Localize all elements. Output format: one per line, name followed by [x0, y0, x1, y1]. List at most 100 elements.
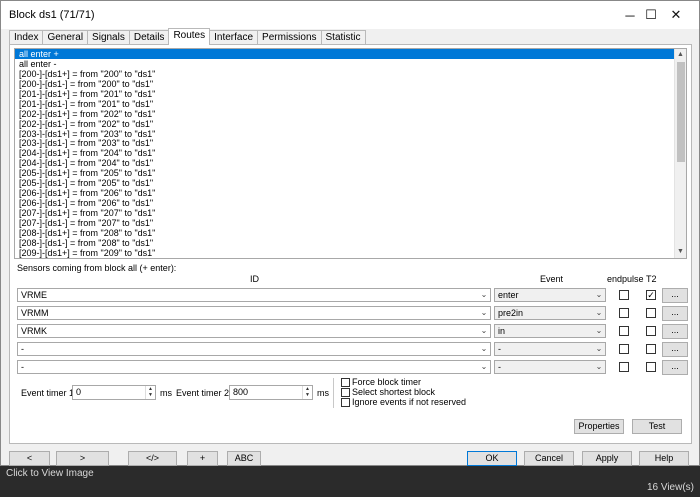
apply-button[interactable]: Apply: [582, 451, 632, 466]
scroll-down-icon[interactable]: ▼: [675, 246, 686, 258]
sensor-id-value: -: [21, 362, 24, 372]
sensor-event-combo[interactable]: - ⌄: [494, 360, 606, 374]
tab-routes[interactable]: Routes: [168, 28, 211, 45]
force-block-timer-checkbox[interactable]: [341, 378, 350, 388]
properties-button[interactable]: Properties: [574, 419, 624, 434]
abc-button[interactable]: ABC: [227, 451, 261, 466]
next-button[interactable]: >: [56, 451, 109, 466]
chevron-down-icon[interactable]: ⌄: [478, 361, 490, 373]
test-button[interactable]: Test: [632, 419, 682, 434]
chevron-down-icon[interactable]: ⌄: [593, 307, 605, 319]
tab-interface[interactable]: Interface: [209, 30, 259, 45]
code-button[interactable]: </>: [128, 451, 177, 466]
sensor-id-combo[interactable]: - ⌄: [17, 342, 491, 356]
sensor-event-combo[interactable]: in ⌄: [494, 324, 606, 338]
select-shortest-block-option[interactable]: Select shortest block: [341, 387, 436, 398]
tab-details[interactable]: Details: [128, 30, 170, 45]
list-item[interactable]: [206-]-[ds1-] = from "206" to "ds1": [15, 198, 675, 208]
sensor-event-combo[interactable]: pre2in ⌄: [494, 306, 606, 320]
ignore-events-option[interactable]: Ignore events if not reserved: [341, 397, 466, 408]
sensor-options-button[interactable]: ...: [662, 342, 688, 357]
image-viewer-status-bar: Click to View Image 16 View(s): [0, 466, 700, 497]
tab-index[interactable]: Index: [9, 30, 44, 45]
list-item[interactable]: [203-]-[ds1+] = from "203" to "ds1": [15, 129, 675, 139]
chevron-down-icon[interactable]: ⌄: [478, 289, 490, 301]
t2-checkbox[interactable]: [646, 344, 656, 354]
list-item[interactable]: [201-]-[ds1+] = from "201" to "ds1": [15, 89, 675, 99]
sensor-id-value: VRMM: [21, 308, 49, 318]
sensor-id-combo[interactable]: VRMK ⌄: [17, 324, 491, 338]
event-timer-2-input[interactable]: 800 ▲ ▼: [229, 385, 313, 400]
list-item[interactable]: [201-]-[ds1-] = from "201" to "ds1": [15, 99, 675, 109]
tab-statistic[interactable]: Statistic: [320, 30, 366, 45]
list-item[interactable]: [204-]-[ds1+] = from "204" to "ds1": [15, 148, 675, 158]
ignore-events-checkbox[interactable]: [341, 398, 350, 408]
add-button[interactable]: +: [187, 451, 218, 466]
list-item[interactable]: [205-]-[ds1+] = from "205" to "ds1": [15, 168, 675, 178]
routes-listbox[interactable]: all enter + all enter - [200-]-[ds1+] = …: [14, 48, 687, 259]
chevron-down-icon[interactable]: ⌄: [478, 325, 490, 337]
sensor-id-combo[interactable]: VRMM ⌄: [17, 306, 491, 320]
sensor-id-combo[interactable]: VRME ⌄: [17, 288, 491, 302]
sensor-id-combo[interactable]: - ⌄: [17, 360, 491, 374]
click-to-view-link[interactable]: Click to View Image: [6, 468, 94, 479]
list-item[interactable]: [205-]-[ds1-] = from "205" to "ds1": [15, 178, 675, 188]
scroll-up-icon[interactable]: ▲: [675, 49, 686, 61]
routes-scrollbar[interactable]: ▲ ▼: [674, 49, 686, 258]
list-item[interactable]: [206-]-[ds1+] = from "206" to "ds1": [15, 188, 675, 198]
chevron-down-icon[interactable]: ⌄: [593, 289, 605, 301]
event-timer-1-input[interactable]: 0 ▲ ▼: [72, 385, 156, 400]
endpulse-checkbox[interactable]: [619, 362, 629, 372]
scrollbar-thumb[interactable]: [677, 62, 685, 162]
event-timer-1-unit: ms: [160, 388, 172, 398]
sensor-event-combo[interactable]: - ⌄: [494, 342, 606, 356]
list-item[interactable]: [200-]-[ds1+] = from "200" to "ds1": [15, 69, 675, 79]
previous-button[interactable]: <: [9, 451, 50, 466]
list-item[interactable]: [208-]-[ds1-] = from "208" to "ds1": [15, 238, 675, 248]
select-shortest-block-label: Select shortest block: [352, 387, 436, 397]
list-item[interactable]: [209-]-[ds1+] = from "209" to "ds1": [15, 248, 675, 258]
chevron-down-icon[interactable]: ⌄: [478, 307, 490, 319]
sensor-options-button[interactable]: ...: [662, 288, 688, 303]
spinner-arrows-icon[interactable]: ▲ ▼: [145, 386, 155, 399]
endpulse-checkbox[interactable]: [619, 290, 629, 300]
tab-signals[interactable]: Signals: [87, 30, 130, 45]
list-item[interactable]: all enter +: [15, 49, 675, 59]
list-item[interactable]: all enter -: [15, 59, 675, 69]
sensor-options-button[interactable]: ...: [662, 306, 688, 321]
t2-checkbox[interactable]: [646, 362, 656, 372]
event-timer-2-label: Event timer 2: [176, 388, 230, 398]
list-item[interactable]: [207-]-[ds1+] = from "207" to "ds1": [15, 208, 675, 218]
t2-checkbox[interactable]: [646, 326, 656, 336]
chevron-down-icon[interactable]: ⌄: [478, 343, 490, 355]
list-item[interactable]: [200-]-[ds1-] = from "200" to "ds1": [15, 79, 675, 89]
tab-general[interactable]: General: [42, 30, 89, 45]
list-item[interactable]: [207-]-[ds1-] = from "207" to "ds1": [15, 218, 675, 228]
list-item[interactable]: [202-]-[ds1-] = from "202" to "ds1": [15, 119, 675, 129]
t2-checkbox[interactable]: ✓: [646, 290, 656, 300]
chevron-down-icon[interactable]: ⌄: [593, 361, 605, 373]
close-button[interactable]: ✕: [653, 1, 699, 29]
tab-bar: Index General Signals Details Routes Int…: [9, 28, 366, 45]
list-item[interactable]: [204-]-[ds1-] = from "204" to "ds1": [15, 158, 675, 168]
sensor-event-combo[interactable]: enter ⌄: [494, 288, 606, 302]
list-item[interactable]: [203-]-[ds1-] = from "203" to "ds1": [15, 138, 675, 148]
sensor-options-button[interactable]: ...: [662, 324, 688, 339]
column-header-endpulse: endpulse: [607, 274, 644, 284]
sensor-options-button[interactable]: ...: [662, 360, 688, 375]
t2-checkbox[interactable]: [646, 308, 656, 318]
endpulse-checkbox[interactable]: [619, 326, 629, 336]
chevron-down-icon[interactable]: ⌄: [593, 343, 605, 355]
help-button[interactable]: Help: [639, 451, 689, 466]
cancel-button[interactable]: Cancel: [524, 451, 574, 466]
tab-permissions[interactable]: Permissions: [257, 30, 322, 45]
endpulse-checkbox[interactable]: [619, 308, 629, 318]
list-item[interactable]: [202-]-[ds1+] = from "202" to "ds1": [15, 109, 675, 119]
endpulse-checkbox[interactable]: [619, 344, 629, 354]
force-block-timer-option[interactable]: Force block timer: [341, 377, 421, 388]
ok-button[interactable]: OK: [467, 451, 517, 466]
list-item[interactable]: [208-]-[ds1+] = from "208" to "ds1": [15, 228, 675, 238]
chevron-down-icon[interactable]: ⌄: [593, 325, 605, 337]
select-shortest-block-checkbox[interactable]: [341, 388, 350, 398]
spinner-arrows-icon[interactable]: ▲ ▼: [302, 386, 312, 399]
